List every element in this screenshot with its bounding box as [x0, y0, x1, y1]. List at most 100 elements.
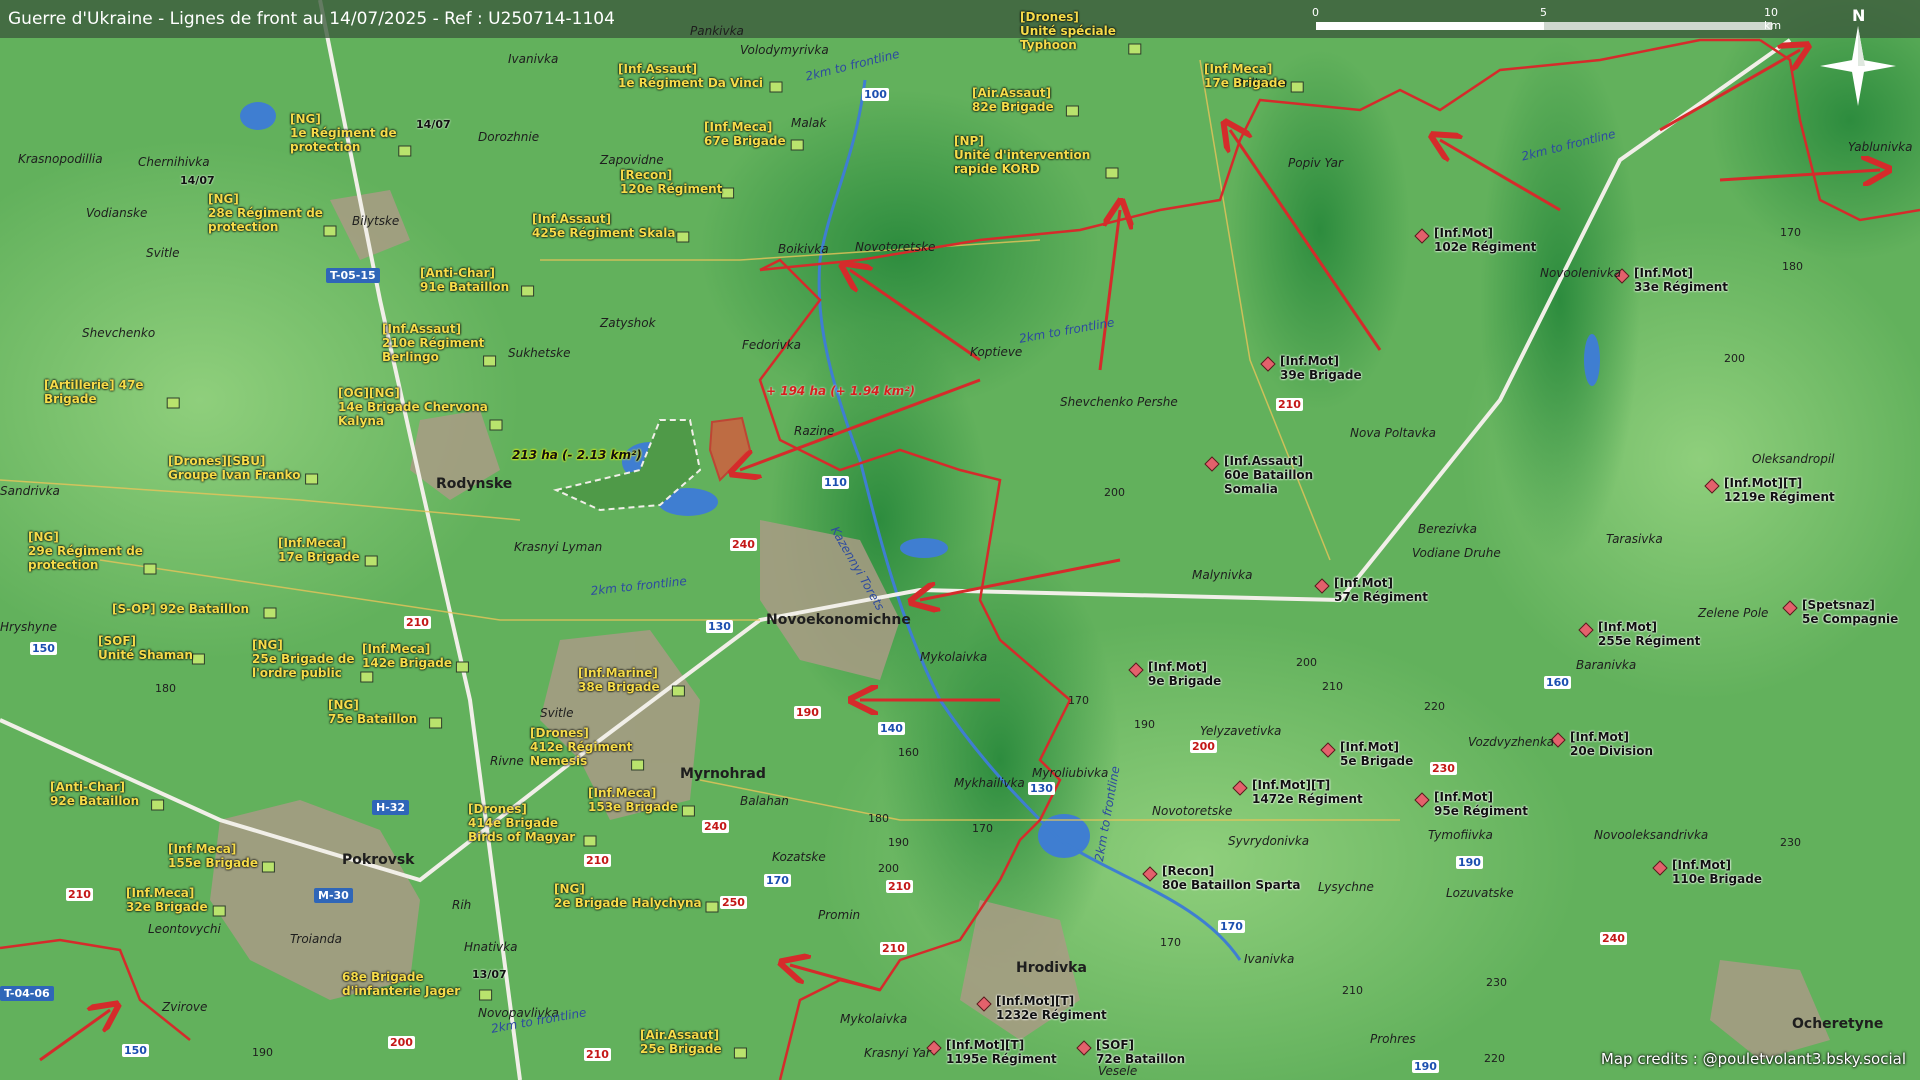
place-label: Berezivka [1418, 522, 1477, 536]
ua-unit-marker[interactable] [521, 285, 535, 297]
ua-unit-marker[interactable] [191, 653, 205, 665]
ua-unit-marker[interactable] [489, 419, 503, 431]
ua-unit-marker[interactable] [769, 81, 783, 93]
elevation-label: 180 [1782, 260, 1803, 273]
ua-unit-marker[interactable] [166, 397, 180, 409]
ua-unit-marker[interactable] [483, 355, 497, 367]
ua-unit-marker[interactable] [1128, 43, 1142, 55]
ua-unit-marker[interactable] [676, 231, 690, 243]
ua-unit-label: [Air.Assaut] 82e Brigade [972, 86, 1054, 114]
ua-unit-marker[interactable] [261, 861, 275, 873]
ua-unit-label: [Anti-Char] 91e Bataillon [420, 266, 510, 294]
place-label: Vodiane Druhe [1412, 546, 1501, 560]
ua-unit-marker[interactable] [671, 685, 685, 697]
ru-unit-label: [Inf.Mot] 57e Régiment [1334, 576, 1429, 604]
ru-unit-label: [Inf.Mot] 9e Brigade [1148, 660, 1222, 688]
road-number: 190 [794, 706, 821, 719]
ua-unit-label: [Inf.Meca] 155e Brigade [168, 842, 258, 870]
ua-unit-marker[interactable] [429, 717, 443, 729]
ua-unit-label: [Air.Assaut] 25e Brigade [640, 1028, 722, 1056]
ua-unit-marker[interactable] [733, 1047, 747, 1059]
ua-unit-label: [Artillerie] 47e Brigade [44, 378, 144, 406]
place-label: Vozdvyzhenka [1468, 735, 1555, 749]
ru-unit-label: [Inf.Mot] 255e Régiment [1598, 620, 1701, 648]
place-label: Troianda [290, 932, 342, 946]
compass-north-label: N [1852, 6, 1866, 25]
ru-unit-label: [Inf.Mot] 110e Brigade [1672, 858, 1762, 886]
ua-unit-marker[interactable] [364, 555, 378, 567]
place-label: Ocheretyne [1792, 1016, 1884, 1032]
ua-unit-marker[interactable] [455, 661, 469, 673]
place-label: Mykolaivka [920, 650, 988, 664]
road-shield: M-30 [314, 888, 353, 903]
place-label: Krasnyi Yar [864, 1046, 931, 1060]
place-label: Svitle [146, 246, 180, 260]
ua-unit-label: [Inf.Assaut] 425e Régiment Skala [532, 212, 676, 240]
ua-unit-marker[interactable] [1105, 167, 1119, 179]
ua-unit-label: [Drones] 412e Régiment Nemesis [530, 726, 633, 768]
ua-unit-label: [S-OP] 92e Bataillon [112, 602, 249, 616]
road-number: 210 [66, 888, 93, 901]
ua-unit-label: [NG] 29e Régiment de protection [28, 530, 143, 572]
place-label: Pankivka [690, 24, 744, 38]
road-number: 140 [878, 722, 905, 735]
ua-unit-marker[interactable] [681, 805, 695, 817]
ua-unit-marker[interactable] [1290, 81, 1304, 93]
ua-unit-marker[interactable] [360, 671, 374, 683]
ua-unit-label: [Recon] 120e Régiment [620, 168, 723, 196]
ua-unit-marker[interactable] [583, 835, 597, 847]
place-label: Ivanivka [1244, 952, 1295, 966]
ua-unit-label: [Drones][SBU] Groupe Ivan Franko [168, 454, 301, 482]
road-number: 170 [1218, 920, 1245, 933]
place-label: Novoolenivka [1540, 266, 1622, 280]
ua-unit-marker[interactable] [790, 139, 804, 151]
place-label: Mykolaivka [840, 1012, 908, 1026]
ua-unit-marker[interactable] [143, 563, 157, 575]
place-label: Baranivka [1576, 658, 1637, 672]
place-label: Leontovychi [148, 922, 221, 936]
place-label: Dorozhnie [478, 130, 540, 144]
ua-unit-label: [Inf.Meca] 17e Brigade [1204, 62, 1286, 90]
road-number: 210 [584, 854, 611, 867]
ua-unit-marker[interactable] [1065, 105, 1079, 117]
ua-unit-label: [Drones] Unité spéciale Typhoon [1020, 10, 1116, 52]
ua-unit-marker[interactable] [212, 905, 226, 917]
place-label: Malak [791, 116, 827, 130]
ua-unit-marker[interactable] [705, 901, 719, 913]
road-number: 190 [1456, 856, 1483, 869]
elevation-label: 220 [1424, 700, 1445, 713]
place-label: Novoekonomichne [766, 612, 911, 628]
road-number: 190 [1412, 1060, 1439, 1073]
elevation-label: 230 [1486, 976, 1507, 989]
place-label: Malynivka [1192, 568, 1253, 582]
place-label: Hryshyne [0, 620, 58, 634]
date-label: 14/07 [416, 118, 451, 131]
ua-unit-marker[interactable] [263, 607, 277, 619]
ua-unit-marker[interactable] [151, 799, 165, 811]
ru-unit-label: [Inf.Mot] 33e Régiment [1634, 266, 1729, 294]
ua-unit-marker[interactable] [305, 473, 319, 485]
elevation-label: 230 [1780, 836, 1801, 849]
place-label: Krasnyi Lyman [514, 540, 603, 554]
place-label: Rivne [490, 754, 524, 768]
ru-unit-label: [Inf.Mot][T] 1195e Régiment [946, 1038, 1057, 1066]
ua-unit-marker[interactable] [398, 145, 412, 157]
scale-bar: 0 5 10 km [1312, 4, 1781, 34]
place-label: Novooleksandrivka [1594, 828, 1709, 842]
place-label: Razine [794, 424, 835, 438]
map-credits: Map credits : @pouletvolant3.bsky.social [1600, 1050, 1906, 1068]
place-label: Svitle [540, 706, 574, 720]
ua-unit-label: [NG] 75e Bataillon [328, 698, 418, 726]
place-label: Myroliubivka [1032, 766, 1109, 780]
ua-unit-marker[interactable] [721, 187, 735, 199]
place-label: Pokrovsk [342, 852, 415, 868]
place-label: Zapovidne [600, 153, 664, 167]
road-shield: H-32 [372, 800, 410, 815]
ua-unit-label: [Anti-Char] 92e Bataillon [50, 780, 140, 808]
ua-unit-marker[interactable] [479, 989, 493, 1001]
ua-unit-label: [Inf.Assaut] 1e Régiment Da Vinci [618, 62, 764, 90]
place-label: Fedorivka [742, 338, 801, 352]
ua-unit-marker[interactable] [631, 759, 645, 771]
ua-unit-marker[interactable] [323, 225, 337, 237]
elevation-label: 170 [1068, 694, 1089, 707]
